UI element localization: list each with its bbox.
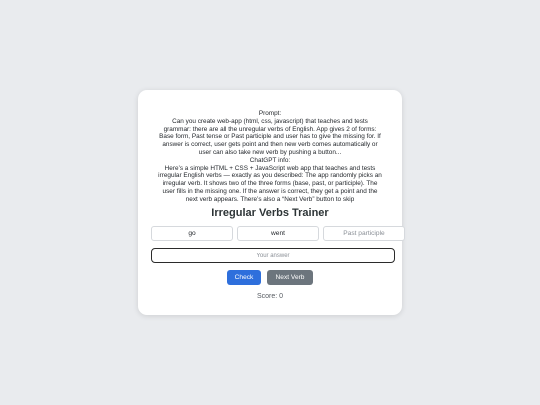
prompt-line: Prompt: bbox=[258, 110, 282, 117]
score-display: Score: 0 bbox=[256, 293, 284, 300]
prompt-line: answer is correct, user gets point and t… bbox=[162, 141, 378, 149]
check-button[interactable]: Check bbox=[227, 270, 261, 285]
past-participle-box: Past participle bbox=[323, 226, 405, 241]
prompt-line: ChatGPT info: bbox=[249, 156, 291, 164]
app-card: Prompt: Can you create web-app (html, cs… bbox=[138, 90, 405, 315]
past-tense-box: went bbox=[237, 226, 319, 241]
answer-input[interactable] bbox=[151, 248, 395, 263]
prompt-line: Base form, Past tense or Past participle… bbox=[159, 133, 381, 141]
prompt-text: Prompt: Can you create web-app (html, cs… bbox=[148, 110, 392, 204]
page-title: Irregular Verbs Trainer bbox=[211, 207, 329, 219]
prompt-line: user fills in the missing one. If the an… bbox=[162, 187, 378, 195]
prompt-line: irregular English verbs — exactly as you… bbox=[158, 172, 382, 180]
prompt-line: Can you create web-app (html, css, javas… bbox=[172, 117, 368, 125]
prompt-line: user can also take new verb by pushing a… bbox=[198, 148, 342, 156]
prompt-line: Here’s a simple HTML + CSS + JavaScript … bbox=[164, 164, 376, 172]
prompt-line: next verb appears. There’s also a “Next … bbox=[185, 195, 355, 203]
next-verb-button[interactable]: Next Verb bbox=[267, 270, 313, 285]
verb-forms: go went Past participle bbox=[151, 226, 407, 242]
prompt-line: irregular verb. It shows two of the thre… bbox=[162, 180, 378, 188]
base-form-box: go bbox=[151, 226, 233, 241]
prompt-line: grammar: there are all the unregular ver… bbox=[163, 125, 377, 133]
